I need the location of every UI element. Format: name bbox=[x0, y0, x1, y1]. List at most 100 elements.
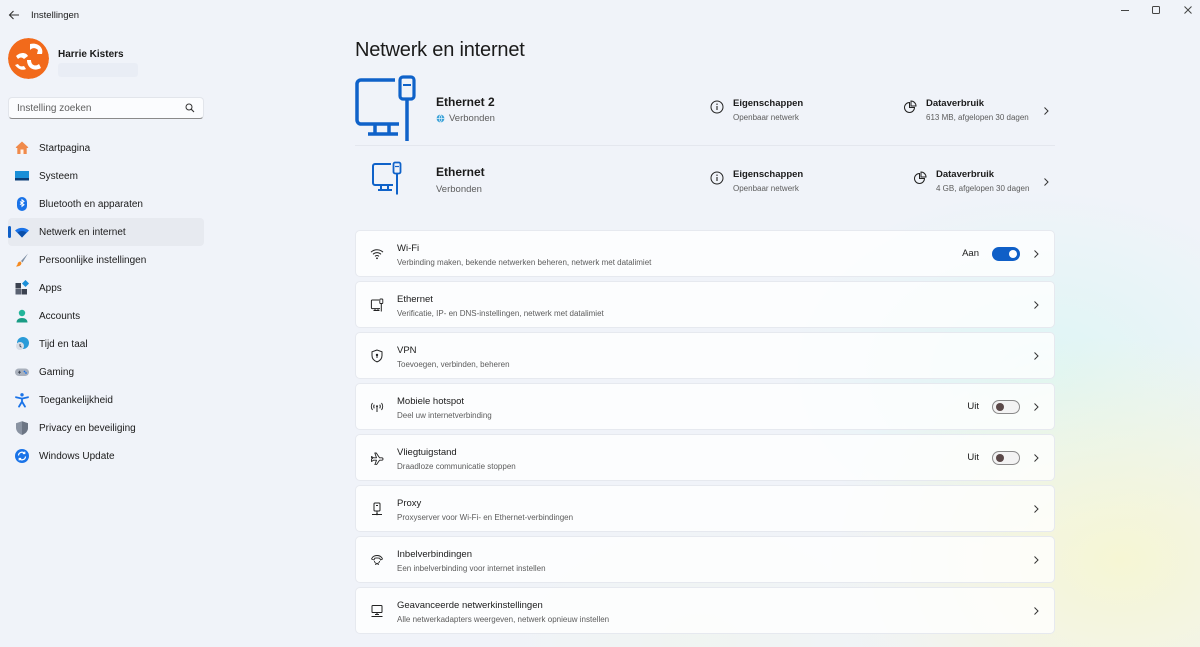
brush-icon bbox=[14, 252, 30, 268]
settings-search[interactable] bbox=[8, 97, 204, 119]
ethernet-monitor-icon bbox=[372, 161, 402, 195]
time-language-icon bbox=[14, 336, 30, 352]
arrow-left-icon bbox=[8, 10, 19, 20]
minimize-button[interactable] bbox=[1112, 2, 1138, 18]
wifi-icon bbox=[369, 246, 385, 262]
pie-chart-icon bbox=[914, 171, 927, 184]
card-wifi[interactable]: Wi-Fi Verbinding maken, bekende netwerken… bbox=[355, 230, 1055, 277]
card-subtitle: Proxyserver voor Wi-Fi- en Ethernet-verb… bbox=[397, 513, 574, 522]
card-airplane-mode[interactable]: Vliegtuigstand Draadloze communicatie sto… bbox=[355, 434, 1055, 481]
card-dialup[interactable]: Inbelverbindingen Een inbelverbinding voo… bbox=[355, 536, 1055, 583]
sidebar-item-label: Systeem bbox=[39, 170, 78, 182]
card-title: Proxy bbox=[397, 498, 422, 509]
connection-status-text: Verbonden bbox=[449, 113, 495, 124]
sidebar-item-persoonlijk[interactable]: Persoonlijke instellingen bbox=[8, 246, 204, 274]
sidebar-item-systeem[interactable]: Systeem bbox=[8, 162, 204, 190]
back-button[interactable] bbox=[6, 7, 22, 23]
airplane-icon bbox=[369, 450, 385, 466]
card-proxy[interactable]: Proxy Proxyserver voor Wi-Fi- en Ethernet… bbox=[355, 485, 1055, 532]
data-usage-link-ethernet[interactable]: Dataverbruik 4 GB, afgelopen 30 dagen bbox=[913, 169, 1029, 193]
card-title: Geavanceerde netwerkinstellingen bbox=[397, 600, 543, 611]
sidebar-item-startpagina[interactable]: Startpagina bbox=[8, 134, 204, 162]
toggle-state-label: Uit bbox=[967, 452, 979, 463]
sidebar-item-label: Privacy en beveiliging bbox=[39, 422, 136, 434]
chevron-right-icon bbox=[1034, 249, 1039, 258]
card-subtitle: Verbinding maken, bekende netwerken behe… bbox=[397, 258, 652, 267]
sidebar-item-bluetooth[interactable]: Bluetooth en apparaten bbox=[8, 190, 204, 218]
sidebar-item-privacy[interactable]: Privacy en beveiliging bbox=[8, 414, 204, 442]
card-title: Vliegtuigstand bbox=[397, 447, 457, 458]
card-ethernet[interactable]: Ethernet Verificatie, IP- en DNS-instelli… bbox=[355, 281, 1055, 328]
accessibility-icon bbox=[14, 392, 30, 408]
properties-link-ethernet[interactable]: Eigenschappen Openbaar netwerk bbox=[710, 169, 803, 193]
minimize-icon bbox=[1121, 10, 1129, 11]
update-icon bbox=[14, 448, 30, 464]
sidebar-item-tijd[interactable]: Tijd en taal bbox=[8, 330, 204, 358]
card-title: Wi-Fi bbox=[397, 243, 420, 254]
sidebar-item-windows-update[interactable]: Windows Update bbox=[8, 442, 204, 470]
search-input[interactable] bbox=[17, 102, 185, 114]
toggle-state-label: Aan bbox=[962, 248, 979, 259]
card-advanced-network[interactable]: Geavanceerde netwerkinstellingen Alle net… bbox=[355, 587, 1055, 634]
sidebar-item-apps[interactable]: Apps bbox=[8, 274, 204, 302]
shield-icon bbox=[14, 420, 30, 436]
properties-link-ethernet-2[interactable]: Eigenschappen Openbaar netwerk bbox=[710, 98, 803, 122]
connection-name: Ethernet bbox=[436, 165, 485, 179]
sidebar-item-label: Tijd en taal bbox=[39, 338, 88, 350]
card-subtitle: Verificatie, IP- en DNS-instellingen, ne… bbox=[397, 309, 604, 318]
data-usage-sub: 613 MB, afgelopen 30 dagen bbox=[926, 113, 1029, 122]
connection-status: Verbonden bbox=[436, 184, 482, 195]
chevron-right-icon bbox=[1034, 555, 1039, 564]
chevron-right-icon bbox=[1034, 606, 1039, 615]
sidebar-item-label: Accounts bbox=[39, 310, 81, 322]
sidebar-item-netwerk[interactable]: Netwerk en internet bbox=[8, 218, 204, 246]
proxy-icon bbox=[369, 501, 385, 517]
hotspot-toggle[interactable] bbox=[992, 399, 1020, 414]
sidebar-item-gaming[interactable]: Gaming bbox=[8, 358, 204, 386]
close-button[interactable] bbox=[1175, 2, 1200, 18]
chevron-right-icon[interactable] bbox=[1042, 177, 1050, 187]
maximize-button[interactable] bbox=[1143, 2, 1169, 18]
sidebar-item-accounts[interactable]: Accounts bbox=[8, 302, 204, 330]
sidebar-item-toegankelijkheid[interactable]: Toegankelijkheid bbox=[8, 386, 204, 414]
sidebar-item-label: Apps bbox=[39, 282, 62, 294]
vpn-shield-icon bbox=[369, 348, 385, 364]
dialup-icon bbox=[369, 552, 385, 568]
chevron-right-icon[interactable] bbox=[1042, 106, 1050, 116]
user-email-redacted bbox=[58, 63, 138, 77]
card-mobile-hotspot[interactable]: Mobiele hotspot Deel uw internetverbindin… bbox=[355, 383, 1055, 430]
sidebar-item-label: Windows Update bbox=[39, 450, 115, 462]
wifi-icon bbox=[14, 224, 30, 240]
user-name: Harrie Kisters bbox=[58, 49, 124, 60]
properties-sub: Openbaar netwerk bbox=[733, 184, 799, 193]
app-title: Instellingen bbox=[31, 10, 80, 21]
card-vpn[interactable]: VPN Toevoegen, verbinden, beheren bbox=[355, 332, 1055, 379]
airplane-mode-toggle[interactable] bbox=[992, 450, 1020, 465]
hotspot-icon bbox=[369, 399, 385, 415]
chevron-right-icon bbox=[1034, 402, 1039, 411]
maximize-icon bbox=[1152, 6, 1160, 14]
page-title: Netwerk en internet bbox=[355, 39, 525, 61]
card-title: Mobiele hotspot bbox=[397, 396, 465, 407]
connection-status-text: Verbonden bbox=[436, 184, 482, 195]
card-title: Inbelverbindingen bbox=[397, 549, 473, 560]
sidebar-item-label: Startpagina bbox=[39, 142, 91, 154]
card-title: Ethernet bbox=[397, 294, 433, 305]
settings-list: Wi-Fi Verbinding maken, bekende netwerken… bbox=[355, 230, 1055, 638]
properties-label: Eigenschappen bbox=[733, 98, 804, 109]
properties-label: Eigenschappen bbox=[733, 169, 804, 180]
sidebar-item-label: Bluetooth en apparaten bbox=[39, 198, 143, 210]
wifi-toggle[interactable] bbox=[992, 246, 1020, 261]
title-bar: Instellingen bbox=[0, 0, 1200, 30]
chevron-right-icon bbox=[1034, 453, 1039, 462]
bluetooth-icon bbox=[14, 196, 30, 212]
data-usage-link-ethernet-2[interactable]: Dataverbruik 613 MB, afgelopen 30 dagen bbox=[903, 98, 1029, 122]
chevron-right-icon bbox=[1034, 300, 1039, 309]
toggle-state-label: Uit bbox=[967, 401, 979, 412]
card-subtitle: Deel uw internetverbinding bbox=[397, 411, 492, 420]
properties-sub: Openbaar netwerk bbox=[733, 113, 799, 122]
gamepad-icon bbox=[14, 364, 30, 380]
search-icon[interactable] bbox=[185, 103, 195, 113]
system-icon bbox=[14, 168, 30, 184]
account-icon bbox=[14, 308, 30, 324]
